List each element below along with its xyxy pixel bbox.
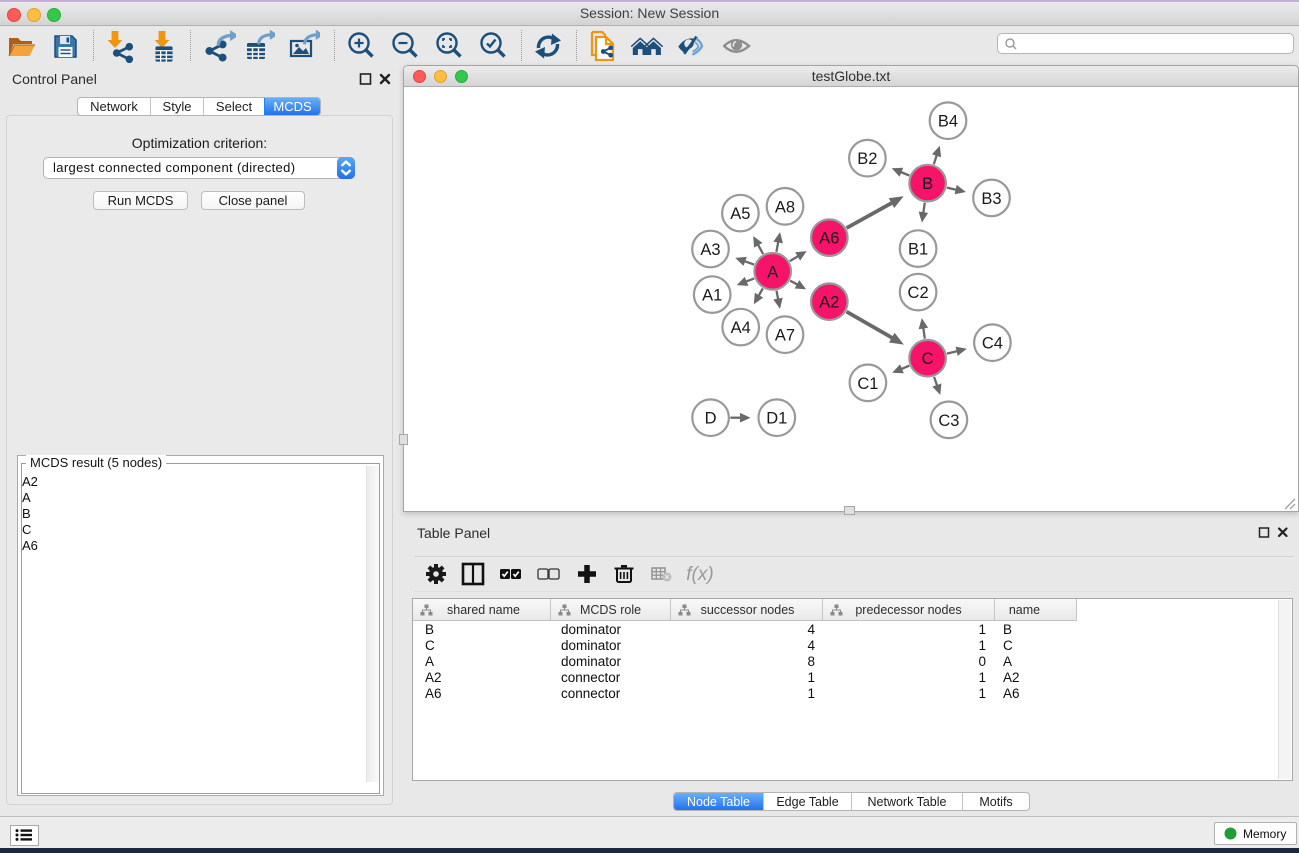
svg-text:A3: A3 bbox=[700, 241, 720, 259]
svg-text:C: C bbox=[922, 350, 934, 368]
svg-text:A7: A7 bbox=[775, 326, 795, 344]
svg-text:A4: A4 bbox=[731, 319, 751, 337]
svg-text:A1: A1 bbox=[702, 286, 722, 304]
svg-text:A2: A2 bbox=[819, 293, 839, 311]
svg-text:A8: A8 bbox=[775, 198, 795, 216]
svg-text:C3: C3 bbox=[938, 411, 959, 429]
svg-text:A: A bbox=[767, 263, 778, 281]
svg-text:B2: B2 bbox=[857, 150, 877, 168]
svg-text:C2: C2 bbox=[908, 284, 929, 302]
svg-text:C4: C4 bbox=[982, 334, 1003, 352]
svg-text:B1: B1 bbox=[908, 240, 928, 258]
svg-text:B4: B4 bbox=[938, 112, 958, 130]
svg-text:A5: A5 bbox=[730, 205, 750, 223]
svg-text:f(x): f(x) bbox=[686, 564, 713, 585]
svg-text:A6: A6 bbox=[819, 229, 839, 247]
svg-text:B3: B3 bbox=[981, 189, 1001, 207]
svg-text:B: B bbox=[922, 175, 933, 193]
svg-text:C1: C1 bbox=[857, 374, 878, 392]
svg-text:D: D bbox=[705, 409, 717, 427]
svg-text:D1: D1 bbox=[766, 409, 787, 427]
